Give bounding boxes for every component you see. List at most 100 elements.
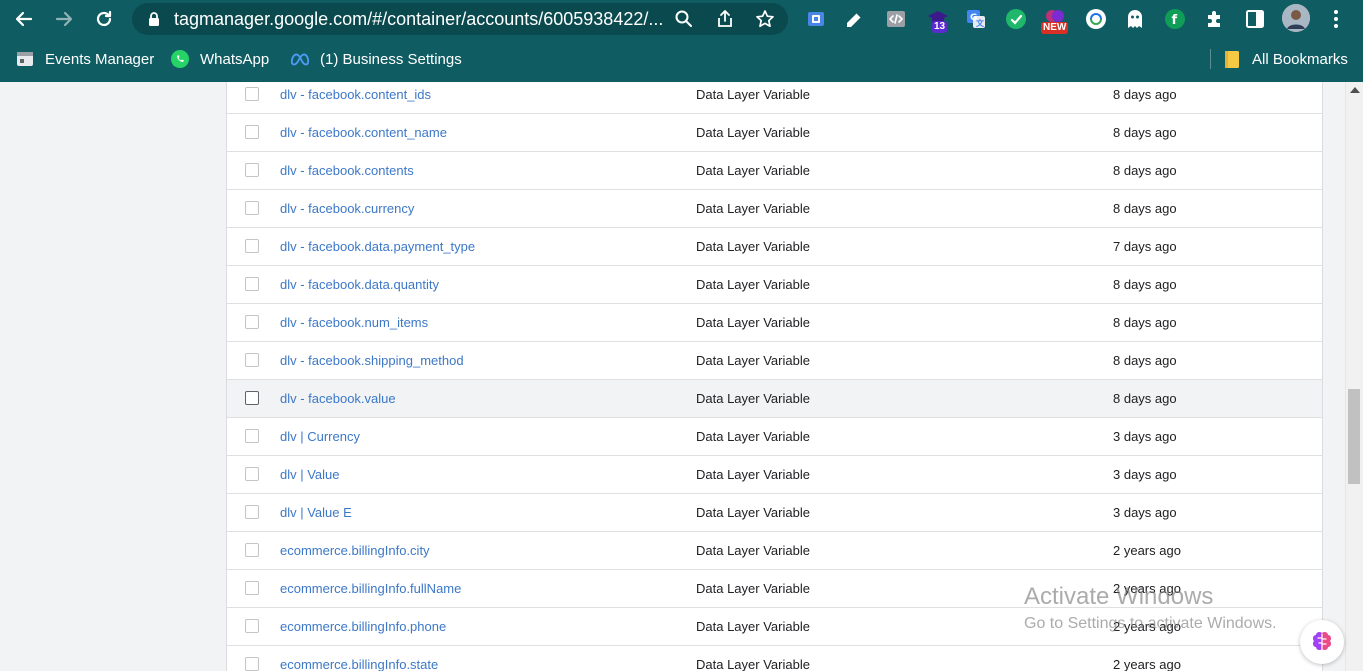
table-row[interactable]: ecommerce.billingInfo.state Data Layer Va…	[227, 646, 1322, 671]
kebab-menu-icon[interactable]	[1324, 7, 1348, 31]
row-checkbox[interactable]	[245, 353, 259, 367]
variable-type: Data Layer Variable	[696, 163, 810, 178]
last-edited: 8 days ago	[1113, 201, 1177, 216]
extension-graduation-icon[interactable]: 13	[926, 7, 950, 33]
last-edited: 8 days ago	[1113, 163, 1177, 178]
vertical-scrollbar[interactable]	[1345, 82, 1363, 671]
extensions-puzzle-icon[interactable]	[1203, 7, 1227, 31]
variable-name-link[interactable]: dlv | Value	[280, 467, 340, 482]
assistant-button[interactable]	[1300, 620, 1344, 664]
variable-name-link[interactable]: dlv - facebook.data.quantity	[280, 277, 439, 292]
extension-new-icon[interactable]: NEW	[1041, 7, 1069, 34]
extension-green-f-icon[interactable]: f	[1163, 7, 1187, 31]
row-checkbox[interactable]	[245, 505, 259, 519]
variable-type: Data Layer Variable	[696, 505, 810, 520]
variable-name-link[interactable]: dlv - facebook.contents	[280, 163, 414, 178]
bookmarks-divider	[1210, 49, 1211, 69]
extension-pen-icon[interactable]	[843, 7, 867, 31]
bookmark-whatsapp[interactable]: WhatsApp	[170, 48, 269, 70]
variable-name-link[interactable]: ecommerce.billingInfo.city	[280, 543, 430, 558]
side-panel-icon[interactable]	[1243, 7, 1267, 31]
variable-type: Data Layer Variable	[696, 87, 810, 102]
bookmark-label: WhatsApp	[200, 50, 270, 68]
table-row[interactable]: dlv | Currency Data Layer Variable 3 days …	[227, 418, 1322, 456]
last-edited: 3 days ago	[1113, 467, 1177, 482]
bookmark-star-icon[interactable]	[755, 9, 775, 29]
address-bar[interactable]: tagmanager.google.com/#/container/accoun…	[132, 3, 788, 35]
all-bookmarks-button[interactable]: All Bookmarks	[1222, 48, 1348, 70]
lock-icon	[149, 12, 159, 26]
google-translate-icon[interactable]: G文	[964, 7, 988, 31]
row-checkbox[interactable]	[245, 543, 259, 557]
variable-type: Data Layer Variable	[696, 201, 810, 216]
variable-name-link[interactable]: dlv - facebook.content_ids	[280, 87, 431, 102]
last-edited: 8 days ago	[1113, 315, 1177, 330]
bookmark-business-settings[interactable]: (1) Business Settings	[290, 48, 462, 70]
row-checkbox[interactable]	[245, 657, 259, 671]
table-row[interactable]: dlv - facebook.shipping_method Data Layer…	[227, 342, 1322, 380]
variable-type: Data Layer Variable	[696, 315, 810, 330]
row-checkbox[interactable]	[245, 619, 259, 633]
url-text[interactable]: tagmanager.google.com/#/container/accoun…	[174, 9, 694, 29]
table-row[interactable]: ecommerce.billingInfo.city Data Layer Var…	[227, 532, 1322, 570]
row-checkbox[interactable]	[245, 467, 259, 481]
variable-name-link[interactable]: dlv - facebook.content_name	[280, 125, 447, 140]
row-checkbox[interactable]	[245, 581, 259, 595]
table-row[interactable]: dlv - facebook.data.quantity Data Layer V…	[227, 266, 1322, 304]
variable-name-link[interactable]: dlv - facebook.shipping_method	[280, 353, 464, 368]
share-icon[interactable]	[715, 9, 735, 29]
row-checkbox[interactable]	[245, 429, 259, 443]
last-edited: 8 days ago	[1113, 125, 1177, 140]
variable-name-link[interactable]: ecommerce.billingInfo.state	[280, 657, 438, 671]
profile-avatar[interactable]	[1282, 4, 1310, 32]
table-row[interactable]: dlv | Value Data Layer Variable 3 days ago	[227, 456, 1322, 494]
table-row[interactable]: dlv - facebook.contents Data Layer Variab…	[227, 152, 1322, 190]
extension-code-icon[interactable]	[884, 7, 908, 31]
forward-button[interactable]	[50, 5, 78, 33]
row-checkbox[interactable]	[245, 163, 259, 177]
extension-blue-icon[interactable]	[804, 7, 828, 31]
svg-text:文: 文	[976, 18, 985, 28]
row-checkbox[interactable]	[245, 125, 259, 139]
variable-name-link[interactable]: dlv | Value E	[280, 505, 352, 520]
table-row[interactable]: dlv - facebook.data.payment_type Data Lay…	[227, 228, 1322, 266]
table-row[interactable]: ecommerce.billingInfo.phone Data Layer Va…	[227, 608, 1322, 646]
scroll-up-arrow[interactable]	[1350, 87, 1360, 93]
browser-toolbar: tagmanager.google.com/#/container/accoun…	[0, 0, 1363, 38]
bookmark-events-manager[interactable]: Events Manager	[15, 48, 154, 70]
table-row[interactable]: dlv - facebook.content_name Data Layer Va…	[227, 114, 1322, 152]
back-button[interactable]	[10, 5, 38, 33]
variable-name-link[interactable]: dlv - facebook.data.payment_type	[280, 239, 475, 254]
variable-name-link[interactable]: ecommerce.billingInfo.phone	[280, 619, 446, 634]
table-row[interactable]: ecommerce.billingInfo.fullName Data Layer…	[227, 570, 1322, 608]
reload-button[interactable]	[90, 5, 118, 33]
variable-name-link[interactable]: dlv - facebook.value	[280, 391, 396, 406]
table-row[interactable]: dlv - facebook.value Data Layer Variable 8…	[227, 380, 1322, 418]
row-checkbox[interactable]	[245, 315, 259, 329]
variable-name-link[interactable]: dlv - facebook.num_items	[280, 315, 428, 330]
row-checkbox[interactable]	[245, 391, 259, 405]
variable-name-link[interactable]: ecommerce.billingInfo.fullName	[280, 581, 461, 596]
extension-swirl-icon[interactable]	[1084, 7, 1108, 31]
extension-ghost-icon[interactable]	[1123, 7, 1147, 31]
last-edited: 3 days ago	[1113, 505, 1177, 520]
events-manager-icon	[15, 49, 35, 69]
last-edited: 8 days ago	[1113, 353, 1177, 368]
whatsapp-icon	[170, 49, 190, 69]
arrow-right-icon	[55, 11, 73, 27]
row-checkbox[interactable]	[245, 201, 259, 215]
zoom-search-icon[interactable]	[674, 9, 694, 29]
table-row[interactable]: dlv - facebook.content_ids Data Layer Var…	[227, 82, 1322, 114]
row-checkbox[interactable]	[245, 239, 259, 253]
table-row[interactable]: dlv | Value E Data Layer Variable 3 days a…	[227, 494, 1322, 532]
row-checkbox[interactable]	[245, 87, 259, 101]
table-row[interactable]: dlv - facebook.num_items Data Layer Varia…	[227, 304, 1322, 342]
last-edited: 3 days ago	[1113, 429, 1177, 444]
row-checkbox[interactable]	[245, 277, 259, 291]
variable-type: Data Layer Variable	[696, 543, 810, 558]
variable-name-link[interactable]: dlv | Currency	[280, 429, 360, 444]
extension-green-circle-icon[interactable]	[1004, 7, 1028, 31]
table-row[interactable]: dlv - facebook.currency Data Layer Variab…	[227, 190, 1322, 228]
variable-name-link[interactable]: dlv - facebook.currency	[280, 201, 414, 216]
scrollbar-thumb[interactable]	[1348, 389, 1360, 484]
